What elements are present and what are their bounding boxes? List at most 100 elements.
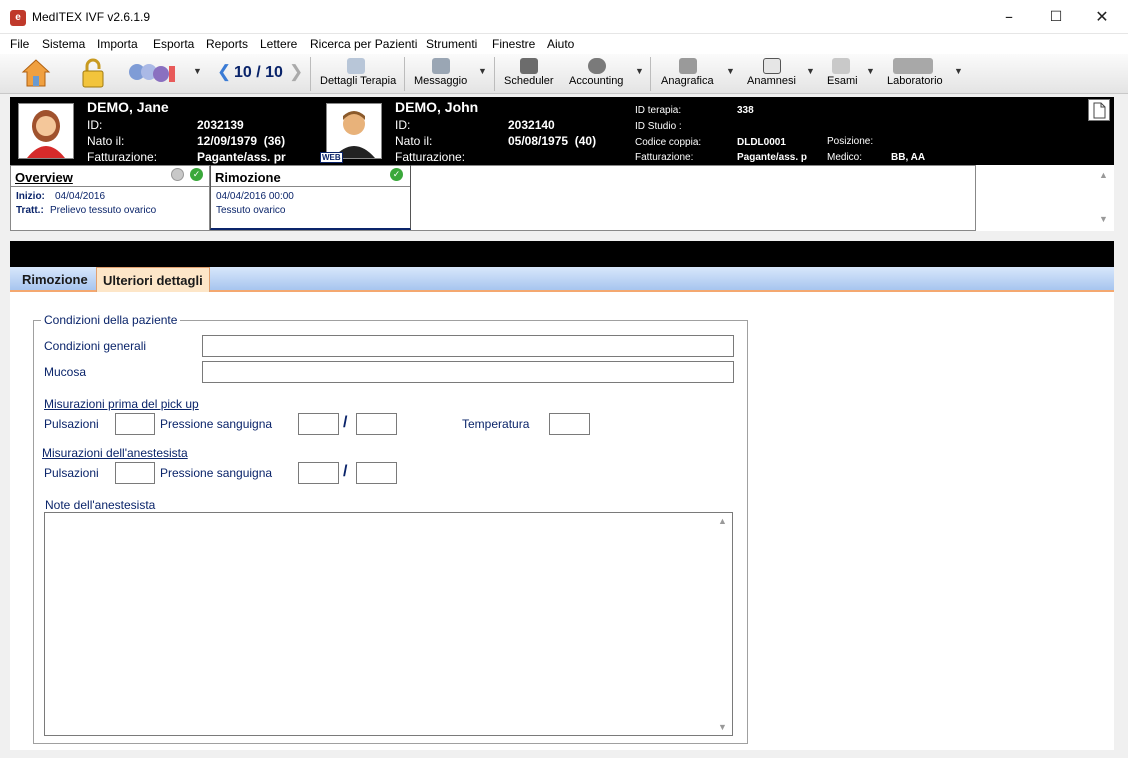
treatment-value: Prelievo tessuto ovarico [50,205,157,216]
temperature-field[interactable] [549,413,590,435]
close-icon[interactable]: ✕ [1079,0,1125,34]
menu-ricerca[interactable]: Ricerca per Pazienti [310,37,417,51]
rimozione-date: 04/04/2016 00:00 [216,191,294,202]
minimize-icon[interactable]: – [986,0,1032,34]
pre-pickup-title: Misurazioni prima del pick up [44,397,199,411]
tab-rimozione[interactable]: Rimozione [16,267,94,292]
bp-separator: / [343,414,348,431]
title-bar [0,0,1128,34]
chevron-down-icon[interactable]: ▼ [866,66,875,76]
female-billing: Pagante/ass. pr [197,150,286,164]
anesthetist-notes-field[interactable] [44,512,733,736]
maximize-icon[interactable]: ☐ [1033,0,1079,34]
start-date: 04/04/2016 [55,191,106,202]
therapy-id: 338 [737,105,754,116]
menu-sistema[interactable]: Sistema [42,37,85,51]
dettagli-terapia-button[interactable]: Dettagli Terapia [320,75,396,87]
patients-lab-icon[interactable] [127,60,183,88]
pulse-label: Pulsazioni [44,466,99,480]
male-avatar[interactable] [326,103,382,159]
female-name: DEMO, Jane [87,99,169,115]
anesthetist-title: Misurazioni dell'anestesista [42,446,188,460]
female-id: 2032139 [197,118,244,132]
app-icon: e [10,10,26,26]
female-born-label: Nato il: [87,134,125,148]
chevron-down-icon[interactable]: ▼ [726,66,735,76]
chevron-down-icon[interactable]: ▼ [806,66,815,76]
tab-ulteriori-dettagli[interactable]: Ulteriori dettagli [96,267,210,292]
anamnesi-button[interactable]: Anamnesi [747,75,796,87]
scroll-up-icon[interactable]: ▲ [718,516,727,526]
next-icon[interactable]: ❯ [289,62,303,82]
male-born: 05/08/1975 (40) [508,134,597,148]
lab-flask-icon [893,58,933,74]
check-icon: ✓ [390,168,403,181]
messaggio-button[interactable]: Messaggio [414,75,467,87]
female-avatar[interactable] [18,103,74,159]
couple-code: DLDL0001 [737,137,786,148]
accounting-button[interactable]: Accounting [569,75,623,87]
side-panel [975,165,1114,231]
money-bag-icon [588,58,606,74]
scroll-up-icon[interactable]: ▲ [1099,170,1108,180]
rimozione-desc: Tessuto ovarico [216,205,286,216]
rimozione-title[interactable]: Rimozione [215,170,281,185]
therapy-billing-label: Fatturazione: [635,152,694,163]
check-icon: ✓ [190,168,203,181]
female-billing-label: Fatturazione: [87,150,158,164]
menu-reports[interactable]: Reports [206,37,248,51]
scheduler-button[interactable]: Scheduler [504,75,554,87]
message-icon [432,58,450,74]
therapy-billing: Pagante/ass. p [737,152,808,163]
menu-aiuto[interactable]: Aiuto [547,37,574,51]
female-born: 12/09/1979 (36) [197,134,286,148]
male-id-label: ID: [395,118,411,132]
overview-title[interactable]: Overview [15,170,73,185]
pulse-field[interactable] [115,413,155,435]
menu-lettere[interactable]: Lettere [260,37,297,51]
therapy-details-icon [347,58,365,74]
menu-finestre[interactable]: Finestre [492,37,535,51]
anest-diastolic-field[interactable] [356,462,397,484]
menu-esporta[interactable]: Esporta [153,37,194,51]
record-counter: 10 / 10 [234,64,283,81]
registry-icon [679,58,697,74]
doctor-name: BB, AA [891,152,926,163]
scroll-down-icon[interactable]: ▼ [718,722,727,732]
male-born-label: Nato il: [395,134,433,148]
general-conditions-label: Condizioni generali [44,339,147,353]
chevron-down-icon[interactable]: ▼ [478,66,487,76]
anest-systolic-field[interactable] [298,462,339,484]
menu-strumenti[interactable]: Strumenti [426,37,477,51]
stethoscope-icon [832,58,850,74]
systolic-field[interactable] [298,413,339,435]
chevron-down-icon[interactable]: ▼ [193,66,202,76]
section-header-bar [10,241,1114,267]
male-billing-label: Fatturazione: [395,150,466,164]
home-icon[interactable] [20,57,52,89]
mucosa-field[interactable] [202,361,734,383]
diastolic-field[interactable] [356,413,397,435]
anest-pulse-field[interactable] [115,462,155,484]
esami-button[interactable]: Esami [827,75,858,87]
scroll-down-icon[interactable]: ▼ [1099,214,1108,224]
treatment-label: Tratt.: [16,205,44,216]
anagrafica-button[interactable]: Anagrafica [661,75,714,87]
general-conditions-field[interactable] [202,335,734,357]
web-badge: WEB [320,152,343,163]
chevron-down-icon[interactable]: ▼ [954,66,963,76]
bp-separator: / [343,463,348,480]
menu-file[interactable]: File [10,37,29,51]
group-title: Condizioni della paziente [41,313,181,327]
laboratorio-button[interactable]: Laboratorio [887,75,943,87]
menu-importa[interactable]: Importa [97,37,138,51]
couple-code-label: Codice coppia: [635,137,702,148]
lock-icon[interactable] [80,57,106,89]
blood-pressure-label: Pressione sanguigna [160,466,273,480]
prev-icon[interactable]: ❮ [217,62,231,82]
mucosa-label: Mucosa [44,365,87,379]
male-id: 2032140 [508,118,555,132]
document-icon[interactable] [1088,99,1110,121]
start-label: Inizio: [16,191,45,202]
chevron-down-icon[interactable]: ▼ [635,66,644,76]
